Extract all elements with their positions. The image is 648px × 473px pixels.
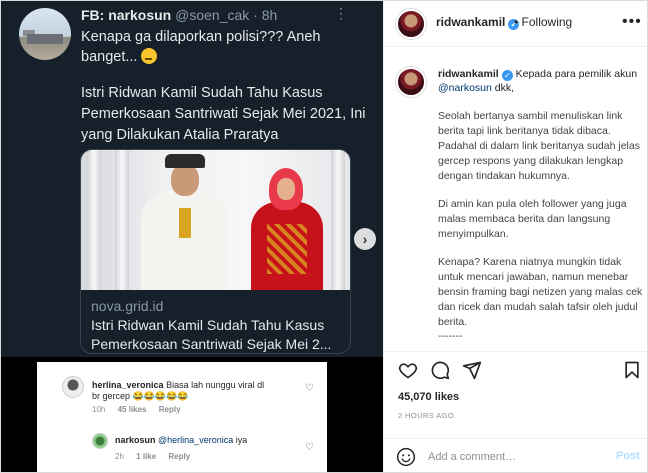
reply-mention: @herlina_veronica bbox=[158, 435, 234, 445]
header-username-text[interactable]: ridwankamil bbox=[436, 15, 505, 29]
tweet-more-icon: ⋮ bbox=[334, 5, 348, 21]
tweet-header: FB: narkosun @soen_cak · 8h bbox=[81, 7, 278, 23]
comment-likes: 45 likes bbox=[117, 405, 147, 414]
tweet-name: FB: narkosun bbox=[81, 7, 172, 23]
post-header: ridwankamil ✓ • Following ••• bbox=[384, 1, 647, 47]
reply-heart-icon: ♡ bbox=[305, 442, 314, 453]
caption-username[interactable]: ridwankamil bbox=[438, 68, 499, 80]
caption-paragraph: Seolah bertanya sambil menuliskan link b… bbox=[438, 110, 640, 182]
add-comment-bar: Post bbox=[384, 438, 647, 472]
bookmark-icon[interactable] bbox=[622, 360, 642, 380]
reply-meta: 2h 1 like Reply bbox=[115, 452, 190, 461]
tweet-screenshot: FB: narkosun @soen_cak · 8h ⋮ Kenapa ga … bbox=[1, 1, 383, 357]
comment-heart-icon: ♡ bbox=[305, 383, 314, 394]
caption-avatar[interactable] bbox=[396, 67, 426, 97]
reply-row: narkosun @herlina_veronica iya bbox=[115, 435, 247, 446]
caption-intro-end: dkk, bbox=[494, 82, 515, 94]
comment-row: herlina_veronica Biasa lah nunggu viral … bbox=[92, 380, 264, 391]
caption: ridwankamil ✓ Kepada para pemilik akun @n… bbox=[384, 47, 647, 351]
avatar[interactable] bbox=[396, 9, 426, 39]
tweet-link-card: nova.grid.id Istri Ridwan Kamil Sudah Ta… bbox=[80, 149, 351, 354]
link-card-domain: nova.grid.id bbox=[91, 298, 164, 314]
share-icon[interactable] bbox=[462, 360, 482, 380]
reply-reply: Reply bbox=[168, 452, 191, 461]
likes-count[interactable]: 45,070 likes bbox=[398, 391, 459, 403]
more-options-icon[interactable]: ••• bbox=[622, 13, 642, 31]
post-time[interactable]: 2 HOURS AGO bbox=[398, 411, 454, 420]
tweet-avatar bbox=[19, 8, 71, 60]
caption-paragraph: Di amin kan pula oleh follower yang juga… bbox=[438, 198, 627, 240]
comment-age: 10h bbox=[92, 405, 106, 414]
caption-verified-icon: ✓ bbox=[501, 70, 513, 81]
instagram-post: FB: narkosun @soen_cak · 8h ⋮ Kenapa ga … bbox=[0, 0, 648, 473]
caption-mention-link[interactable]: @narkosun bbox=[438, 82, 492, 94]
reply-text: iya bbox=[235, 435, 248, 445]
thinking-emoji-icon bbox=[141, 48, 158, 64]
following-button[interactable]: • Following bbox=[514, 15, 572, 29]
reply-avatar bbox=[92, 433, 108, 449]
action-bar bbox=[384, 351, 647, 385]
post-side-panel: ridwankamil ✓ • Following ••• ridwankamil… bbox=[383, 1, 647, 472]
comment-icon[interactable] bbox=[430, 360, 450, 380]
comment-avatar bbox=[62, 376, 84, 398]
comments-screenshot: herlina_veronica Biasa lah nunggu viral … bbox=[37, 362, 327, 472]
reply-age: 2h bbox=[115, 452, 124, 461]
tweet-age: 8h bbox=[261, 7, 278, 23]
comment-text-2: br gercep 😂😂😂😂😂 bbox=[92, 391, 189, 401]
reply-likes: 1 like bbox=[136, 452, 157, 461]
caption-paragraph: ------- bbox=[438, 330, 463, 342]
link-card-photo bbox=[81, 150, 350, 290]
comment-reply: Reply bbox=[158, 405, 181, 414]
tweet-handle: @soen_cak bbox=[175, 7, 250, 23]
link-card-title: Istri Ridwan Kamil Sudah Tahu Kasus Peme… bbox=[91, 317, 332, 352]
next-slide-chevron-right-icon[interactable]: › bbox=[354, 228, 376, 250]
comment-user: herlina_veronica bbox=[92, 380, 164, 390]
heart-icon[interactable] bbox=[398, 360, 418, 380]
caption-intro: ridwankamil ✓ Kepada para pemilik akun @n… bbox=[438, 67, 643, 95]
tweet-text-content: Kenapa ga dilaporkan polisi??? Aneh bang… bbox=[81, 29, 321, 65]
comment-input[interactable] bbox=[428, 448, 598, 466]
caption-paragraph: Kenapa? Karena niatnya mungkin tidak unt… bbox=[438, 256, 643, 328]
comment-text: Biasa lah nunggu viral dl bbox=[166, 380, 265, 390]
tweet-headline: Istri Ridwan Kamil Sudah Tahu Kasus Peme… bbox=[81, 85, 366, 143]
comment-meta: 10h 45 likes Reply bbox=[92, 405, 181, 414]
caption-intro-text: Kepada para pemilik akun bbox=[515, 68, 638, 80]
smile-icon[interactable] bbox=[396, 447, 416, 467]
tweet-text: Kenapa ga dilaporkan polisi??? Aneh bang… bbox=[81, 27, 371, 67]
header-username[interactable]: ridwankamil ✓ bbox=[436, 15, 520, 30]
post-comment-button[interactable]: Post bbox=[616, 450, 640, 462]
reply-user: narkosun bbox=[115, 435, 156, 445]
post-media[interactable]: FB: narkosun @soen_cak · 8h ⋮ Kenapa ga … bbox=[1, 1, 383, 472]
